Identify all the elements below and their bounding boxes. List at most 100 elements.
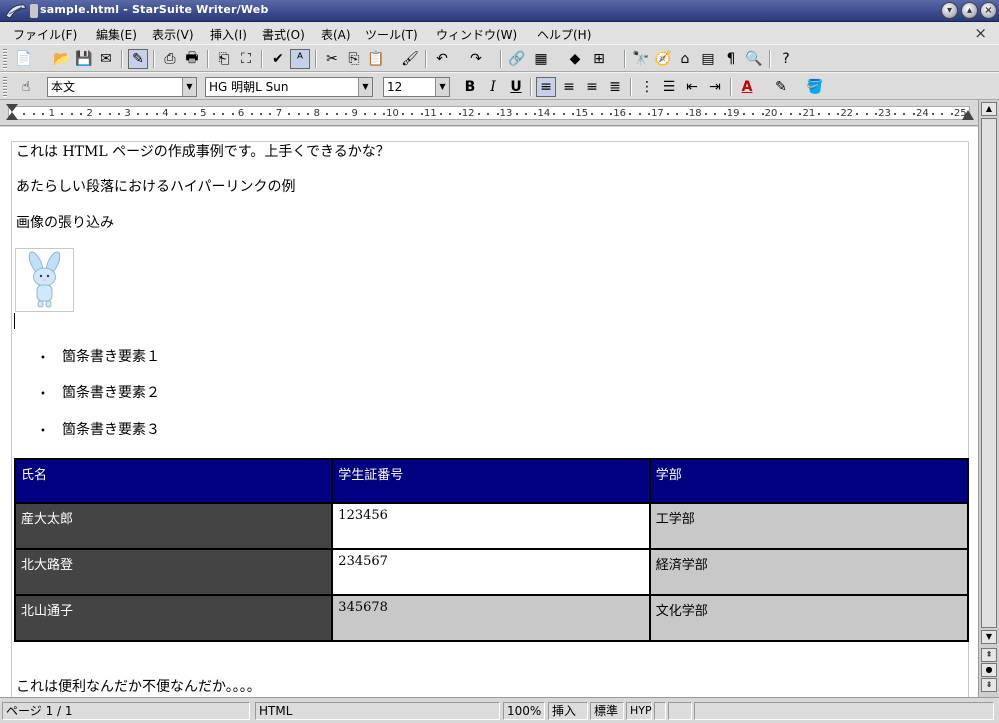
align-right-icon[interactable]: ≡	[582, 77, 602, 97]
student-table[interactable]: 氏名 学生証番号 学部 産大太郎 123456 工学部 北大路登 234567 …	[13, 458, 970, 642]
insert-fields-icon[interactable]: ⊞	[589, 49, 609, 69]
page-preview-icon[interactable]: ⎗	[214, 49, 234, 69]
help-icon[interactable]: ?	[776, 49, 796, 69]
minimize-button[interactable]: ▾	[941, 2, 958, 19]
highlighting-icon[interactable]: ✎	[771, 77, 791, 97]
print-icon[interactable]: 🖶	[182, 49, 202, 69]
cell-student-id[interactable]: 234567	[331, 548, 651, 596]
menu-window[interactable]: ウィンドウ(W)	[436, 26, 517, 43]
decrease-indent-icon[interactable]: ⇤	[682, 77, 702, 97]
toolbar-grip[interactable]	[3, 77, 7, 97]
fullscreen-icon[interactable]: ⛶	[236, 49, 256, 69]
redo-icon[interactable]: ↷	[466, 49, 486, 69]
left-indent-marker[interactable]	[6, 112, 18, 120]
document-footer-line[interactable]: これは便利なんだか不便なんだか。。。。	[16, 676, 261, 696]
maximize-button[interactable]: ▴	[961, 2, 978, 19]
numbering-icon[interactable]: ⋮	[637, 77, 657, 97]
justify-icon[interactable]: ≣	[605, 77, 625, 97]
table-icon[interactable]: ▦	[531, 49, 551, 69]
menu-edit[interactable]: 編集(E)	[96, 26, 137, 43]
status-selection-mode[interactable]: 標準	[590, 702, 624, 720]
header-name[interactable]: 氏名	[13, 458, 334, 504]
close-document-icon[interactable]: ×	[974, 24, 987, 42]
cell-name[interactable]: 産大太郎	[13, 502, 334, 550]
autospellcheck-icon[interactable]: ᴬ	[290, 49, 310, 69]
formatting-marks-icon[interactable]: ¶	[721, 49, 741, 69]
hyperlink-icon[interactable]: 🔗	[507, 49, 527, 69]
font-name-select[interactable]: HG 明朝L Sun ▼	[205, 77, 373, 97]
cell-department[interactable]: 工学部	[648, 502, 970, 550]
list-item[interactable]: • 箇条書き要素１	[40, 346, 160, 366]
data-sources-icon[interactable]: ▤	[698, 49, 718, 69]
new-document-icon[interactable]: 📄	[14, 49, 34, 69]
cell-department[interactable]: 経済学部	[648, 548, 970, 596]
cell-student-id[interactable]: 123456	[331, 502, 651, 550]
bold-button[interactable]: B	[460, 77, 480, 97]
menu-view[interactable]: 表示(V)	[152, 26, 194, 43]
chevron-down-icon[interactable]: ▼	[435, 78, 449, 96]
menu-help[interactable]: ヘルプ(H)	[537, 26, 591, 43]
next-page-icon[interactable]: ⇟	[981, 678, 997, 692]
align-left-icon[interactable]: ≡	[536, 77, 556, 97]
undo-icon[interactable]: ↶	[432, 49, 452, 69]
font-size-select[interactable]: 12 ▼	[383, 77, 450, 97]
spellcheck-icon[interactable]: ✔	[268, 49, 288, 69]
scroll-down-icon[interactable]: ▼	[981, 630, 997, 644]
document-line-3[interactable]: 画像の張り込み	[16, 212, 114, 232]
first-line-indent-marker[interactable]	[6, 104, 18, 112]
menu-file[interactable]: ファイル(F)	[13, 26, 77, 43]
cell-name[interactable]: 北大路登	[13, 548, 334, 596]
font-color-icon[interactable]: A	[737, 77, 757, 97]
copy-icon[interactable]: ⎘	[344, 49, 364, 69]
menu-insert[interactable]: 挿入(I)	[210, 26, 247, 43]
italic-button[interactable]: I	[483, 77, 503, 97]
chevron-down-icon[interactable]: ▼	[358, 78, 372, 96]
show-draw-functions-icon[interactable]: ◆	[565, 49, 585, 69]
cut-icon[interactable]: ✂	[322, 49, 342, 69]
edit-file-icon[interactable]: ✎	[128, 49, 148, 69]
app-icon[interactable]	[4, 2, 28, 20]
status-zoom[interactable]: 100%	[503, 702, 545, 720]
paste-icon[interactable]: 📋	[366, 49, 386, 69]
list-item[interactable]: • 箇条書き要素３	[40, 419, 160, 439]
open-icon[interactable]: 📂	[52, 49, 72, 69]
scroll-thumb[interactable]	[981, 118, 997, 628]
mail-icon[interactable]: ✉	[96, 49, 116, 69]
embedded-image[interactable]	[15, 248, 74, 312]
vertical-scrollbar[interactable]: ▲ ▼ ⇞ ● ⇟	[978, 100, 999, 697]
align-center-icon[interactable]: ≡	[559, 77, 579, 97]
underline-button[interactable]: U	[506, 77, 526, 97]
cell-name[interactable]: 北山通子	[13, 594, 334, 642]
document-area[interactable]: これは HTML ページの作成事例です。上手くできるかな？ あたらしい段落におけ…	[0, 127, 978, 697]
navigator-icon[interactable]: 🧭	[653, 49, 673, 69]
status-page[interactable]: ページ 1 / 1	[2, 702, 250, 720]
horizontal-ruler[interactable]: 1 2 3 4 5 6 7 8 9 10 11 12 13 14 15 16 17 18 19 20 21 22 23 24 2…	[0, 100, 999, 126]
status-hyperlink[interactable]: HYP	[626, 702, 652, 720]
paragraph-style-select[interactable]: 本文 ▼	[47, 77, 197, 97]
hyperlink-paragraph[interactable]: あたらしい段落におけるハイパーリンクの例	[16, 176, 295, 196]
header-student-id[interactable]: 学生証番号	[331, 458, 651, 504]
save-icon[interactable]: 💾	[74, 49, 94, 69]
navigation-icon[interactable]: ●	[981, 663, 997, 677]
styles-formatting-icon[interactable]: ☝	[16, 77, 36, 97]
increase-indent-icon[interactable]: ⇥	[705, 77, 725, 97]
background-color-icon[interactable]: 🪣	[805, 77, 825, 97]
previous-page-icon[interactable]: ⇞	[981, 648, 997, 662]
cell-student-id[interactable]: 345678	[331, 594, 651, 642]
export-pdf-icon[interactable]: ⎙	[160, 49, 180, 69]
cell-department[interactable]: 文化学部	[648, 594, 970, 642]
status-insert[interactable]: 挿入	[548, 702, 588, 720]
toolbar-grip[interactable]	[3, 49, 7, 69]
menu-table[interactable]: 表(A)	[321, 26, 351, 43]
menu-format[interactable]: 書式(O)	[262, 26, 305, 43]
gallery-icon[interactable]: ⌂	[675, 49, 695, 69]
scroll-up-icon[interactable]: ▲	[981, 102, 997, 116]
list-item[interactable]: • 箇条書き要素２	[40, 382, 160, 402]
header-department[interactable]: 学部	[648, 458, 970, 504]
format-paintbrush-icon[interactable]: 🖌	[400, 49, 420, 69]
chevron-down-icon[interactable]: ▼	[182, 78, 196, 96]
close-window-button[interactable]: ×	[980, 2, 997, 19]
zoom-icon[interactable]: 🔍	[744, 49, 764, 69]
bullets-icon[interactable]: ☰	[659, 77, 679, 97]
find-replace-icon[interactable]: 🔭	[631, 49, 651, 69]
